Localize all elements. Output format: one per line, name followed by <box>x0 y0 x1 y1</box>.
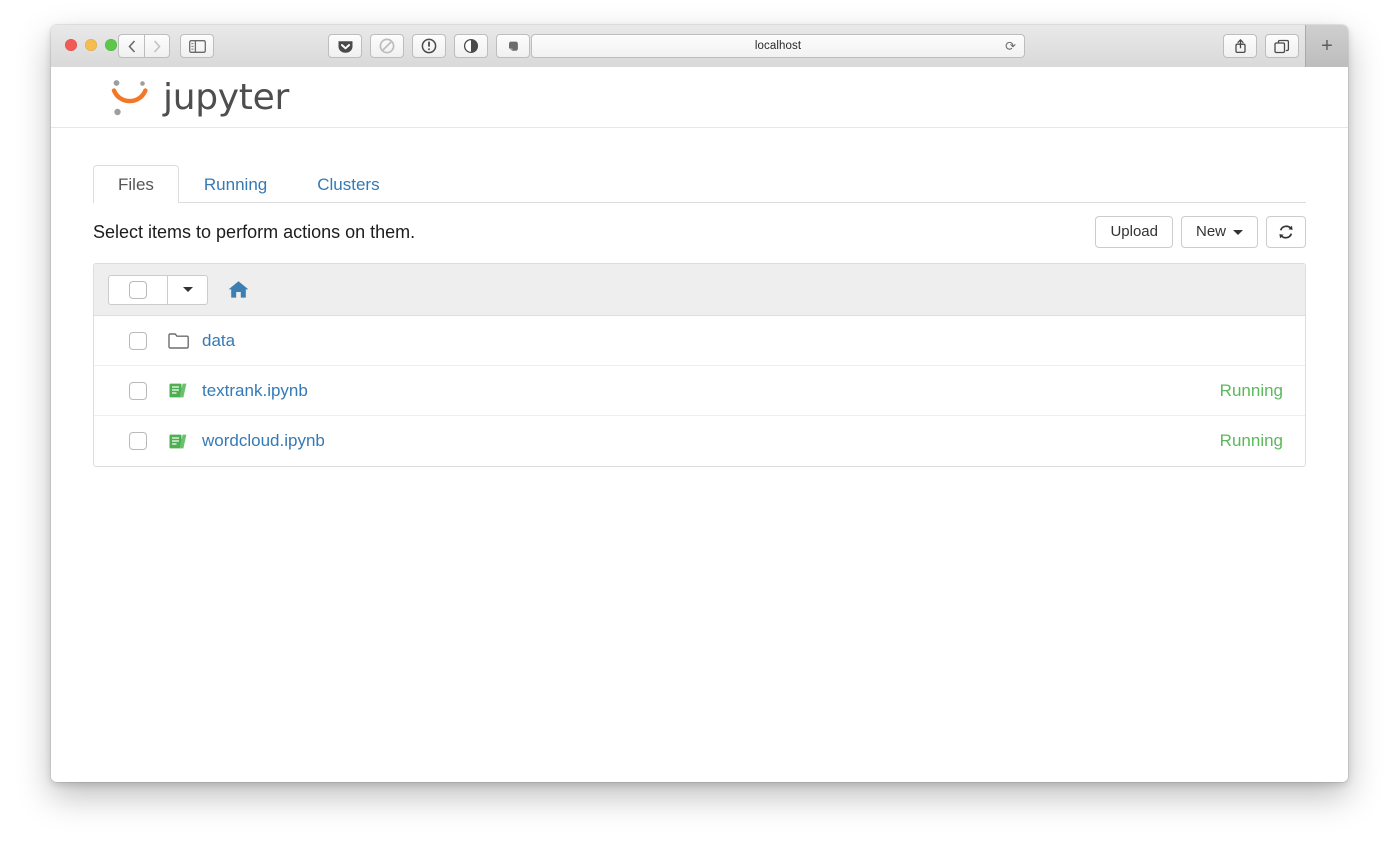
action-buttons: Upload New <box>1095 215 1306 249</box>
action-bar: Select items to perform actions on them.… <box>93 203 1306 261</box>
address-bar[interactable]: localhost ⟳ <box>531 34 1025 58</box>
file-name-link[interactable]: data <box>202 331 1283 351</box>
share-icon <box>1234 39 1246 54</box>
caret-down-icon <box>1233 229 1243 235</box>
chevron-right-icon <box>153 39 161 53</box>
new-button-label: New <box>1195 222 1226 240</box>
maximize-window-button[interactable] <box>105 39 117 51</box>
minimize-window-button[interactable] <box>85 39 97 51</box>
table-row[interactable]: data <box>94 316 1305 366</box>
new-menu-button[interactable]: New <box>1180 215 1258 249</box>
table-row[interactable]: wordcloud.ipynb Running <box>94 416 1305 466</box>
toolbar-right-buttons <box>1223 34 1299 58</box>
screen: localhost ⟳ + jupyter Files Running Clus… <box>0 0 1400 857</box>
row-checkbox[interactable] <box>108 331 168 350</box>
row-checkbox[interactable] <box>108 381 168 400</box>
adblock-extension-button[interactable] <box>370 34 404 58</box>
nav-buttons <box>118 34 170 58</box>
action-note: Select items to perform actions on them. <box>93 221 416 242</box>
sidebar-toggle-icon <box>188 39 206 53</box>
pocket-icon <box>338 40 352 53</box>
table-row[interactable]: textrank.ipynb Running <box>94 366 1305 416</box>
select-dropdown-button[interactable] <box>168 274 208 305</box>
new-tab-label: + <box>1321 35 1333 57</box>
evernote-icon <box>508 41 518 51</box>
sidebar-toggle-button[interactable] <box>180 34 214 58</box>
tab-running[interactable]: Running <box>179 165 292 203</box>
dashboard-tabs: Files Running Clusters <box>93 158 1306 203</box>
row-checkbox[interactable] <box>108 432 168 450</box>
close-window-button[interactable] <box>65 39 77 51</box>
share-button[interactable] <box>1223 34 1257 58</box>
jupyter-body: Files Running Clusters Select items to p… <box>51 158 1348 467</box>
info-circle-icon <box>421 38 437 54</box>
evernote-extension-button[interactable] <box>496 34 530 58</box>
tab-overview-button[interactable] <box>1265 34 1299 58</box>
file-list-table: data textrank.ipynb Running wordcloud.ip… <box>93 263 1306 467</box>
ghostery-icon <box>463 38 479 54</box>
refresh-icon <box>1279 225 1293 239</box>
refresh-button[interactable] <box>1266 216 1306 248</box>
jupyter-logo-text: jupyter <box>163 76 289 118</box>
info-extension-button[interactable] <box>412 34 446 58</box>
new-tab-button[interactable]: + <box>1305 25 1348 67</box>
checkbox-box <box>129 280 147 299</box>
checkbox-box <box>129 381 147 400</box>
window-controls <box>65 39 117 51</box>
browser-toolbar: localhost ⟳ + <box>51 25 1348 68</box>
tab-overview-icon <box>1274 39 1290 53</box>
jupyter-dashboard: jupyter Files Running Clusters Select it… <box>51 67 1348 782</box>
reload-icon[interactable]: ⟳ <box>1005 40 1016 53</box>
file-name-link[interactable]: textrank.ipynb <box>202 381 1220 401</box>
upload-button[interactable]: Upload <box>1095 215 1173 249</box>
notebook-icon <box>168 381 202 400</box>
jupyter-logo[interactable]: jupyter <box>109 74 289 120</box>
notebook-icon <box>168 432 202 451</box>
folder-icon <box>168 332 202 350</box>
forward-button[interactable] <box>144 34 170 58</box>
extension-buttons <box>328 34 530 58</box>
jupyter-header: jupyter <box>51 67 1348 128</box>
checkbox-box <box>129 432 147 450</box>
ghostery-extension-button[interactable] <box>454 34 488 58</box>
jupyter-logo-icon <box>111 80 148 116</box>
chevron-left-icon <box>127 39 135 53</box>
safari-window: localhost ⟳ + jupyter Files Running Clus… <box>51 25 1348 782</box>
back-button[interactable] <box>118 34 144 58</box>
address-bar-text: localhost <box>754 40 802 52</box>
row-status: Running <box>1219 380 1283 400</box>
tab-clusters[interactable]: Clusters <box>292 165 404 203</box>
home-icon <box>228 281 249 298</box>
breadcrumb[interactable] <box>228 280 249 299</box>
select-all-group <box>108 274 208 305</box>
select-all-checkbox[interactable] <box>108 274 168 305</box>
caret-down-icon <box>182 287 193 292</box>
row-status: Running <box>1219 431 1283 450</box>
upload-button-label: Upload <box>1110 222 1158 240</box>
pocket-extension-button[interactable] <box>328 34 362 58</box>
checkbox-box <box>129 331 147 350</box>
adblock-icon <box>379 38 395 54</box>
file-name-link[interactable]: wordcloud.ipynb <box>202 431 1220 451</box>
file-list-header <box>94 264 1305 316</box>
tab-files[interactable]: Files <box>93 165 179 203</box>
